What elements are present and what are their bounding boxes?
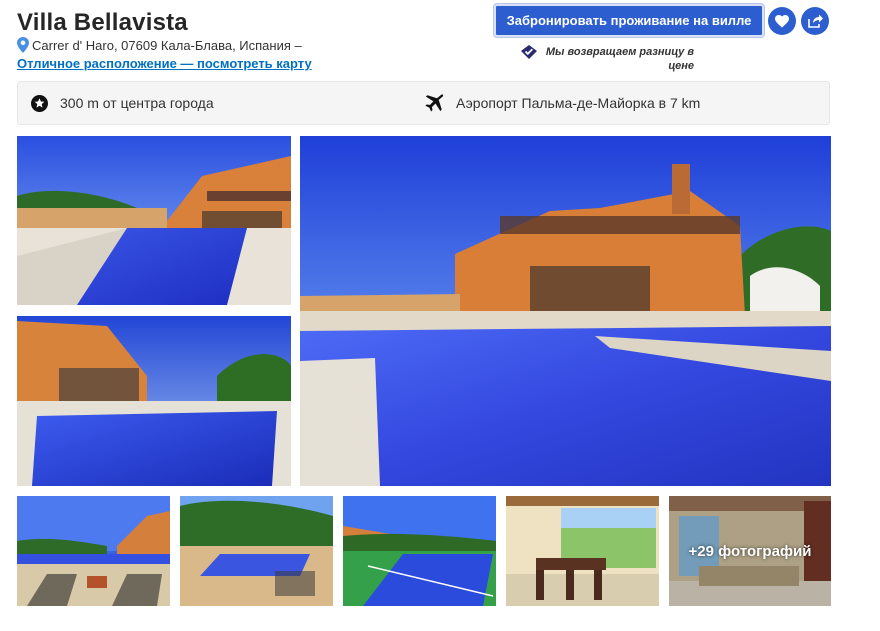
book-villa-button[interactable]: Забронировать проживание на вилле	[494, 4, 764, 37]
villa-main-photo-image	[300, 136, 831, 486]
show-map-link[interactable]: Отличное расположение — посмотреть карту	[17, 56, 312, 71]
airport-distance: Аэропорт Пальма-де-Майорка в 7 km	[424, 82, 700, 124]
favorite-button[interactable]	[768, 7, 796, 35]
center-distance-text: 300 m от центра города	[60, 95, 214, 111]
star-circle-icon	[31, 94, 48, 112]
location-info-bar: 300 m от центра города Аэропорт Пальма-д…	[17, 81, 830, 125]
price-match-text: Мы возвращаем разницу в цене	[545, 46, 694, 72]
gallery-photo[interactable]	[17, 136, 291, 305]
dining-room-image	[506, 496, 659, 606]
villa-photo-image	[17, 316, 291, 486]
location-pin-icon	[17, 37, 29, 53]
gallery-thumb[interactable]	[180, 496, 333, 606]
center-distance: 300 m от центра города	[31, 82, 214, 124]
airport-text: Аэропорт Пальма-де-Майорка в 7 km	[456, 95, 701, 111]
gallery-more-photos[interactable]: +29 фотографий	[669, 496, 831, 606]
address-text: Carrer d' Haro, 07609 Кала-Блава, Испани…	[32, 37, 302, 53]
share-button[interactable]	[801, 7, 829, 35]
gallery-thumb[interactable]	[506, 496, 659, 606]
property-title: Villa Bellavista	[17, 9, 188, 36]
gallery-main-photo[interactable]	[300, 136, 831, 486]
gallery-thumb[interactable]	[343, 496, 496, 606]
airplane-icon	[425, 94, 444, 112]
check-badge-icon	[521, 45, 537, 59]
pool-photo-image	[17, 136, 291, 305]
tennis-court-image	[343, 496, 496, 606]
heart-icon	[775, 14, 789, 27]
share-icon	[807, 14, 823, 28]
gallery-photo[interactable]	[17, 316, 291, 486]
garden-pool-image	[180, 496, 333, 606]
poolside-loungers-image	[17, 496, 170, 606]
price-match-notice: Мы возвращаем разницу в цене	[521, 45, 694, 73]
address-line: Carrer d' Haro, 07609 Кала-Блава, Испани…	[17, 37, 302, 53]
gallery-thumb[interactable]	[17, 496, 170, 606]
more-photos-label: +29 фотографий	[669, 496, 831, 606]
